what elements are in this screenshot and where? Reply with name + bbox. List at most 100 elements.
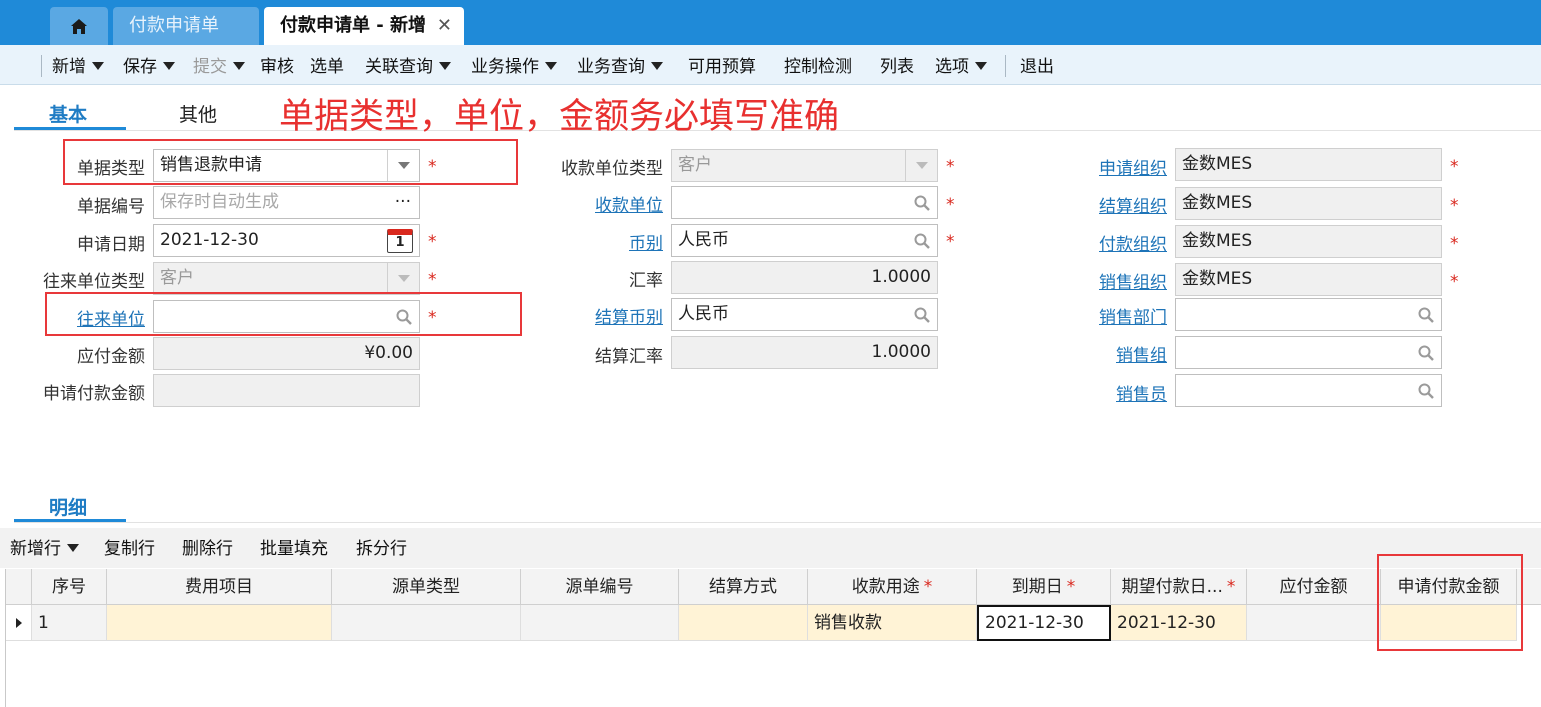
save-button[interactable]: 保存 [123, 45, 175, 85]
column-header[interactable]: 结算方式 [679, 569, 808, 605]
tab-detail[interactable]: 明细 [49, 493, 87, 520]
annotation-box [45, 292, 522, 336]
split-row-button[interactable]: 拆分行 [356, 528, 407, 570]
caret-right-icon [15, 618, 22, 628]
payee-unit-field[interactable] [671, 186, 938, 219]
more-icon[interactable]: ··· [395, 187, 411, 218]
payee-unit-label[interactable]: 收款单位 [540, 191, 663, 216]
search-icon[interactable] [1417, 337, 1435, 368]
row-indicator[interactable] [6, 605, 32, 641]
table-cell-due-date[interactable]: 2021-12-30 [977, 605, 1111, 641]
required-mark: * [428, 270, 437, 290]
close-icon[interactable]: ✕ [437, 7, 452, 45]
search-icon[interactable] [913, 225, 931, 256]
chevron-down-icon[interactable] [905, 150, 937, 181]
payee-type-label: 收款单位类型 [561, 159, 663, 179]
settle-rate-field: 1.0000 [671, 336, 938, 369]
options-button[interactable]: 选项 [935, 45, 987, 85]
required-mark: * [1450, 196, 1459, 216]
tab-payment-request-list[interactable]: 付款申请单 [113, 7, 259, 45]
detail-grid: 序号 费用项目 源单类型 源单编号 结算方式 收款用途 * 到期日 * 期望付款日.… [5, 569, 1541, 707]
apply-pay-field [153, 374, 420, 407]
table-cell-settle-method[interactable] [679, 605, 808, 641]
chevron-down-icon [67, 544, 79, 552]
tab-other[interactable]: 其他 [179, 100, 217, 127]
chevron-down-icon [975, 62, 987, 70]
new-button[interactable]: 新增 [52, 45, 104, 85]
business-ops-button[interactable]: 业务操作 [471, 45, 557, 85]
sales-dept-label[interactable]: 销售部门 [1060, 303, 1167, 328]
tab-payment-request-new[interactable]: 付款申请单 - 新增 ✕ [264, 7, 464, 45]
detail-toolbar: 新增行 复制行 删除行 批量填充 拆分行 [0, 528, 1541, 568]
annotation-text: 单据类型，单位，金额务必填写准确 [279, 97, 840, 137]
payable-field: ¥0.00 [153, 337, 420, 370]
salesman-field[interactable] [1175, 374, 1442, 407]
sales-org-label[interactable]: 销售组织 [1060, 268, 1167, 293]
table-cell-payable[interactable] [1247, 605, 1381, 641]
table-cell-expense-item[interactable] [107, 605, 332, 641]
column-header[interactable]: 应付金额 [1247, 569, 1381, 605]
toolbar: 新增 保存 提交 审核 选单 关联查询 业务操作 业务查询 可用预算 控制检测 … [0, 45, 1541, 85]
column-header[interactable]: 源单类型 [332, 569, 521, 605]
table-cell-expected-date[interactable]: 2021-12-30 [1111, 605, 1247, 641]
chevron-down-icon[interactable] [387, 263, 419, 294]
contact-type-select[interactable]: 客户 [153, 262, 420, 295]
payee-type-select[interactable]: 客户 [671, 149, 938, 182]
row-indicator-header [6, 569, 32, 605]
search-icon[interactable] [1417, 299, 1435, 330]
available-budget-button[interactable]: 可用预算 [688, 45, 756, 85]
settle-org-label[interactable]: 结算组织 [1060, 192, 1167, 217]
column-header[interactable]: 到期日 * [977, 569, 1111, 605]
currency-field[interactable]: 人民币 [671, 224, 938, 257]
column-header[interactable]: 序号 [32, 569, 107, 605]
sales-group-field[interactable] [1175, 336, 1442, 369]
business-query-button[interactable]: 业务查询 [577, 45, 663, 85]
related-query-button[interactable]: 关联查询 [365, 45, 451, 85]
chevron-down-icon [545, 62, 557, 70]
search-icon[interactable] [1417, 375, 1435, 406]
column-header[interactable]: 源单编号 [521, 569, 679, 605]
bill-no-field[interactable]: 保存时自动生成 ··· [153, 186, 420, 219]
annotation-box [1377, 554, 1523, 651]
table-cell-source-type[interactable] [332, 605, 521, 641]
list-button[interactable]: 列表 [880, 45, 914, 85]
settle-currency-field[interactable]: 人民币 [671, 298, 938, 331]
search-icon[interactable] [913, 187, 931, 218]
tab-basic[interactable]: 基本 [49, 100, 87, 127]
table-cell-seq[interactable]: 1 [32, 605, 107, 641]
contact-type-label: 往来单位类型 [43, 272, 145, 292]
control-check-button[interactable]: 控制检测 [784, 45, 852, 85]
apply-org-label[interactable]: 申请组织 [1060, 154, 1167, 179]
required-mark: * [428, 232, 437, 252]
column-header[interactable]: 费用项目 [107, 569, 332, 605]
search-icon[interactable] [913, 299, 931, 330]
audit-button[interactable]: 审核 [260, 45, 294, 85]
add-row-button[interactable]: 新增行 [10, 528, 79, 570]
pay-org-label[interactable]: 付款组织 [1060, 230, 1167, 255]
column-header[interactable]: 期望付款日... * [1111, 569, 1247, 605]
settle-currency-label[interactable]: 结算币别 [540, 303, 663, 328]
toolbar-separator [1005, 55, 1006, 77]
copy-row-button[interactable]: 复制行 [104, 528, 155, 570]
chevron-down-icon [163, 62, 175, 70]
delete-row-button[interactable]: 删除行 [182, 528, 233, 570]
sales-group-label[interactable]: 销售组 [1060, 341, 1167, 366]
batch-fill-button[interactable]: 批量填充 [260, 528, 328, 570]
apply-date-field[interactable]: 2021-12-30 1 [153, 224, 420, 257]
tab-label: 付款申请单 [129, 15, 219, 36]
submit-button[interactable]: 提交 [193, 45, 245, 85]
column-header[interactable]: 收款用途 * [808, 569, 977, 605]
table-cell-source-no[interactable] [521, 605, 679, 641]
rate-field: 1.0000 [671, 261, 938, 294]
rate-label: 汇率 [629, 271, 663, 291]
tab-home[interactable] [50, 7, 108, 45]
calendar-icon[interactable]: 1 [387, 225, 413, 256]
salesman-label[interactable]: 销售员 [1060, 380, 1167, 405]
exit-button[interactable]: 退出 [1020, 45, 1054, 85]
toolbar-separator [41, 55, 42, 77]
currency-label[interactable]: 币别 [540, 229, 663, 254]
settle-rate-label: 结算汇率 [595, 347, 663, 367]
table-cell-purpose[interactable]: 销售收款 [808, 605, 977, 641]
sales-dept-field[interactable] [1175, 298, 1442, 331]
pick-button[interactable]: 选单 [310, 45, 344, 85]
